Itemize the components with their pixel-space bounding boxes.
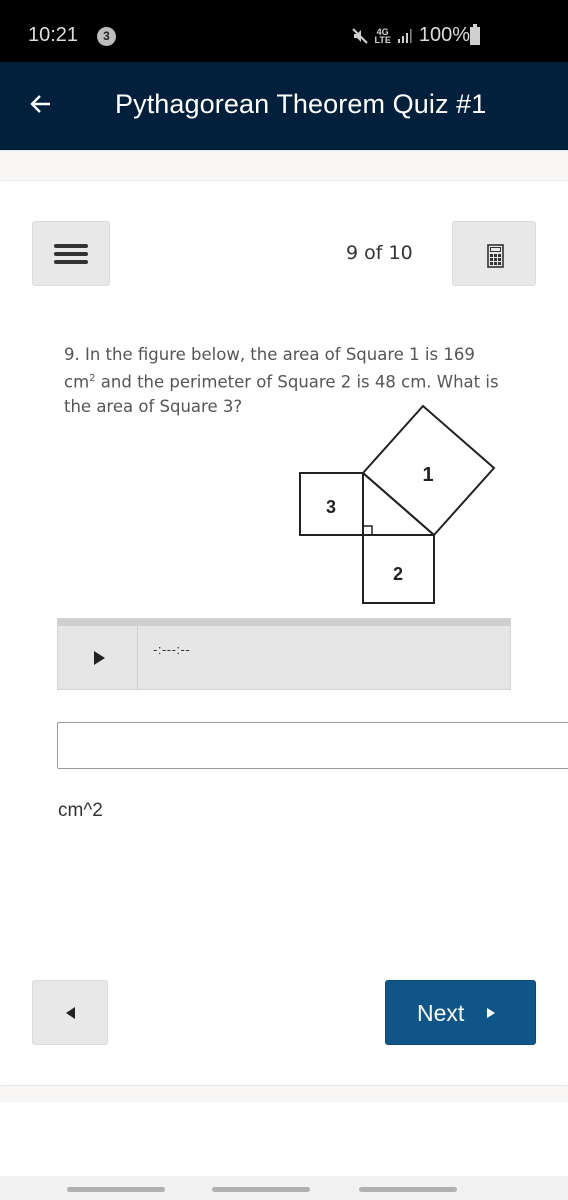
triangle-right-icon <box>487 1008 495 1018</box>
system-nav-bar <box>0 1176 568 1200</box>
question-progress: 9 of 10 <box>346 242 413 264</box>
status-time: 10:21 <box>28 24 79 46</box>
question-text-part2: and the perimeter of Square 2 is 48 cm. … <box>64 372 499 416</box>
app-header: Pythagorean Theorem Quiz #1 <box>0 62 568 150</box>
play-button[interactable] <box>58 626 138 689</box>
triangle-left-icon <box>66 1007 75 1019</box>
nav-recent-apps[interactable] <box>67 1187 165 1192</box>
play-icon <box>94 651 105 665</box>
audio-progress-bar[interactable] <box>58 619 510 626</box>
notification-badge: 3 <box>97 27 116 46</box>
status-icons: 4G LTE 100% <box>351 24 470 47</box>
battery-percent: 100% <box>418 24 470 46</box>
answer-input[interactable] <box>57 722 568 769</box>
page-title: Pythagorean Theorem Quiz #1 <box>115 89 487 119</box>
nav-home[interactable] <box>212 1187 310 1192</box>
signal-icon <box>397 28 412 43</box>
next-button[interactable]: Next <box>385 980 536 1045</box>
bottom-band <box>0 1086 568 1102</box>
audio-time: -:---:-- <box>153 642 191 657</box>
previous-button[interactable] <box>32 980 108 1045</box>
audio-player: -:---:-- <box>57 618 511 690</box>
status-bar: 10:21 3 4G LTE 100% <box>0 0 568 62</box>
calculator-button[interactable] <box>452 221 536 286</box>
next-label: Next <box>417 1000 465 1026</box>
network-4g-icon: 4G LTE <box>374 26 391 45</box>
calculator-icon <box>487 244 504 268</box>
unit-label: cm^2 <box>58 800 103 821</box>
top-band <box>0 150 568 181</box>
menu-button[interactable] <box>32 221 110 286</box>
battery-icon <box>470 24 480 45</box>
nav-back[interactable] <box>359 1187 457 1192</box>
arrow-left-icon[interactable] <box>28 90 56 118</box>
mute-icon <box>351 27 368 44</box>
question-text: 9. In the figure below, the area of Squa… <box>64 343 504 419</box>
hamburger-menu-icon <box>54 244 88 266</box>
